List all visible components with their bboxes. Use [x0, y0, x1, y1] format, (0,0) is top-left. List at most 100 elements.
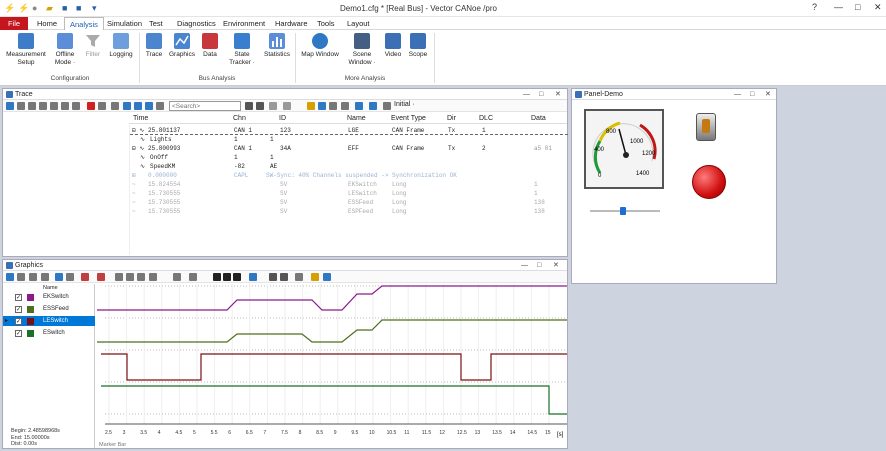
zoom-out-icon[interactable]: [126, 273, 134, 281]
save-as-icon[interactable]: ■: [76, 3, 81, 13]
marker-icon[interactable]: [283, 102, 291, 110]
line-style-icon[interactable]: [81, 273, 89, 281]
tab-home[interactable]: Home: [32, 17, 62, 30]
stop-icon[interactable]: ●: [32, 3, 37, 13]
font-icon[interactable]: [355, 102, 363, 110]
column-icon[interactable]: [61, 102, 69, 110]
undo-icon[interactable]: [269, 273, 277, 281]
split-icon[interactable]: [17, 273, 25, 281]
panel-minimize-button[interactable]: —: [734, 89, 741, 100]
trace-row[interactable]: ∿ OnOff 1 1: [130, 153, 568, 162]
config-icon[interactable]: [323, 273, 331, 281]
highlight-icon[interactable]: [269, 102, 277, 110]
detail-view-icon[interactable]: [17, 102, 25, 110]
fit-all-icon[interactable]: [149, 273, 157, 281]
state-tracker-button[interactable]: State Tracker ·: [224, 33, 260, 66]
graphics-button[interactable]: Graphics: [168, 33, 196, 59]
filter-icon[interactable]: [50, 102, 58, 110]
signal-row-selected[interactable]: ▸ ✓ LESwitch: [3, 316, 95, 326]
scene-window-button[interactable]: Scene Window ·: [344, 33, 380, 66]
fixed-position-icon[interactable]: [39, 102, 47, 110]
marker-icon[interactable]: [173, 273, 181, 281]
lightning-icon[interactable]: ⚡: [4, 3, 15, 13]
logging-button[interactable]: Logging: [106, 33, 136, 59]
trace-minimize-button[interactable]: —: [523, 89, 530, 100]
column-name[interactable]: Name: [347, 113, 366, 124]
trace-row[interactable]: ~15.730555 SV ESPFeed Long 138: [130, 207, 568, 216]
panel-close-button[interactable]: ✕: [765, 89, 771, 100]
delete-icon[interactable]: [87, 102, 95, 110]
trace-row[interactable]: ~15.730555 SV ESSFeed Long 138: [130, 198, 568, 207]
column-dir[interactable]: Dir: [447, 113, 456, 124]
column-layout-icon[interactable]: [156, 102, 164, 110]
trace-search-input[interactable]: [169, 101, 241, 111]
scope-button[interactable]: Scope: [406, 33, 430, 59]
offline-mode-button[interactable]: Offline Mode ·: [50, 33, 80, 66]
search-up-icon[interactable]: [256, 102, 264, 110]
signal-checkbox[interactable]: ✓: [15, 330, 22, 337]
map-window-button[interactable]: Map Window: [298, 33, 342, 59]
axis-icon[interactable]: [41, 273, 49, 281]
measurement-setup-button[interactable]: Measurement Setup: [4, 33, 48, 66]
layout-icon[interactable]: [6, 273, 14, 281]
tab-test[interactable]: Test: [144, 17, 168, 30]
trace-row[interactable]: ~15.824554 SV EKSwitch Long 1: [130, 180, 568, 189]
trace-row[interactable]: ∿ Lights 1 1: [130, 135, 568, 144]
copy-icon[interactable]: [98, 102, 106, 110]
tab-diagnostics[interactable]: Diagnostics: [172, 17, 221, 30]
panel-maximize-button[interactable]: □: [750, 89, 754, 100]
column-event-type[interactable]: Event Type: [391, 113, 426, 124]
red-led-button[interactable]: [692, 165, 726, 199]
filter-button[interactable]: Filter: [82, 33, 104, 59]
maximize-button[interactable]: □: [855, 2, 860, 12]
signal-checkbox[interactable]: ✓: [15, 318, 22, 325]
column-data[interactable]: Data: [531, 113, 546, 124]
customize-quick-access-icon[interactable]: ▾: [92, 3, 97, 13]
signal-row[interactable]: ✓ ESSFeed: [3, 304, 95, 314]
help-button[interactable]: ?: [812, 2, 817, 12]
trace-maximize-button[interactable]: □: [539, 89, 543, 100]
signal-checkbox[interactable]: ✓: [15, 294, 22, 301]
play-icon[interactable]: [233, 273, 241, 281]
start-measurement-icon[interactable]: ⚡: [18, 3, 29, 13]
open-folder-icon[interactable]: ▰: [46, 3, 53, 13]
cursor-icon[interactable]: [55, 273, 63, 281]
tab-file[interactable]: File: [0, 17, 28, 30]
bar-icon[interactable]: [341, 102, 349, 110]
data-button[interactable]: Data: [198, 33, 222, 59]
slider-thumb[interactable]: [620, 207, 627, 215]
trace-button[interactable]: Trace: [142, 33, 166, 59]
minimize-button[interactable]: —: [834, 2, 843, 12]
signal-checkbox[interactable]: ✓: [15, 306, 22, 313]
trace-row[interactable]: ~15.730555 SV LESwitch Long 1: [130, 189, 568, 198]
graphics-close-button[interactable]: ✕: [553, 260, 559, 271]
toggle-switch[interactable]: [696, 113, 716, 141]
scroll-icon[interactable]: [134, 102, 142, 110]
layout-icon[interactable]: [369, 102, 377, 110]
close-button[interactable]: ✕: [874, 2, 882, 13]
open-icon[interactable]: [311, 273, 319, 281]
signal-row[interactable]: ✓ ESwitch: [3, 328, 95, 338]
open-icon[interactable]: [307, 102, 315, 110]
trace-mode-icon[interactable]: [6, 102, 14, 110]
redo-icon[interactable]: [280, 273, 288, 281]
measurement-icon[interactable]: [189, 273, 197, 281]
point-style-icon[interactable]: [97, 273, 105, 281]
trace-row[interactable]: ∿ SpeedKM -82 AE: [130, 162, 568, 171]
save-icon[interactable]: ■: [62, 3, 67, 13]
tab-analysis[interactable]: Analysis: [64, 17, 104, 30]
tab-hardware[interactable]: Hardware: [270, 17, 313, 30]
column-id[interactable]: ID: [279, 113, 286, 124]
signal-icon[interactable]: [29, 273, 37, 281]
previous-icon[interactable]: [213, 273, 221, 281]
time-mode-icon[interactable]: [123, 102, 131, 110]
export-icon[interactable]: [329, 102, 337, 110]
pause-icon[interactable]: [111, 102, 119, 110]
tab-environment[interactable]: Environment: [218, 17, 270, 30]
statistics-button[interactable]: Statistics: [262, 33, 292, 59]
zoom-in-icon[interactable]: [115, 273, 123, 281]
trace-row[interactable]: ⊟ ∿ 25.801137 CAN 1 123 LGE CAN Frame Tx 1: [130, 126, 568, 135]
fit-icon[interactable]: [137, 273, 145, 281]
initial-layout-icon[interactable]: [383, 102, 391, 110]
graphics-maximize-button[interactable]: □: [537, 260, 541, 271]
